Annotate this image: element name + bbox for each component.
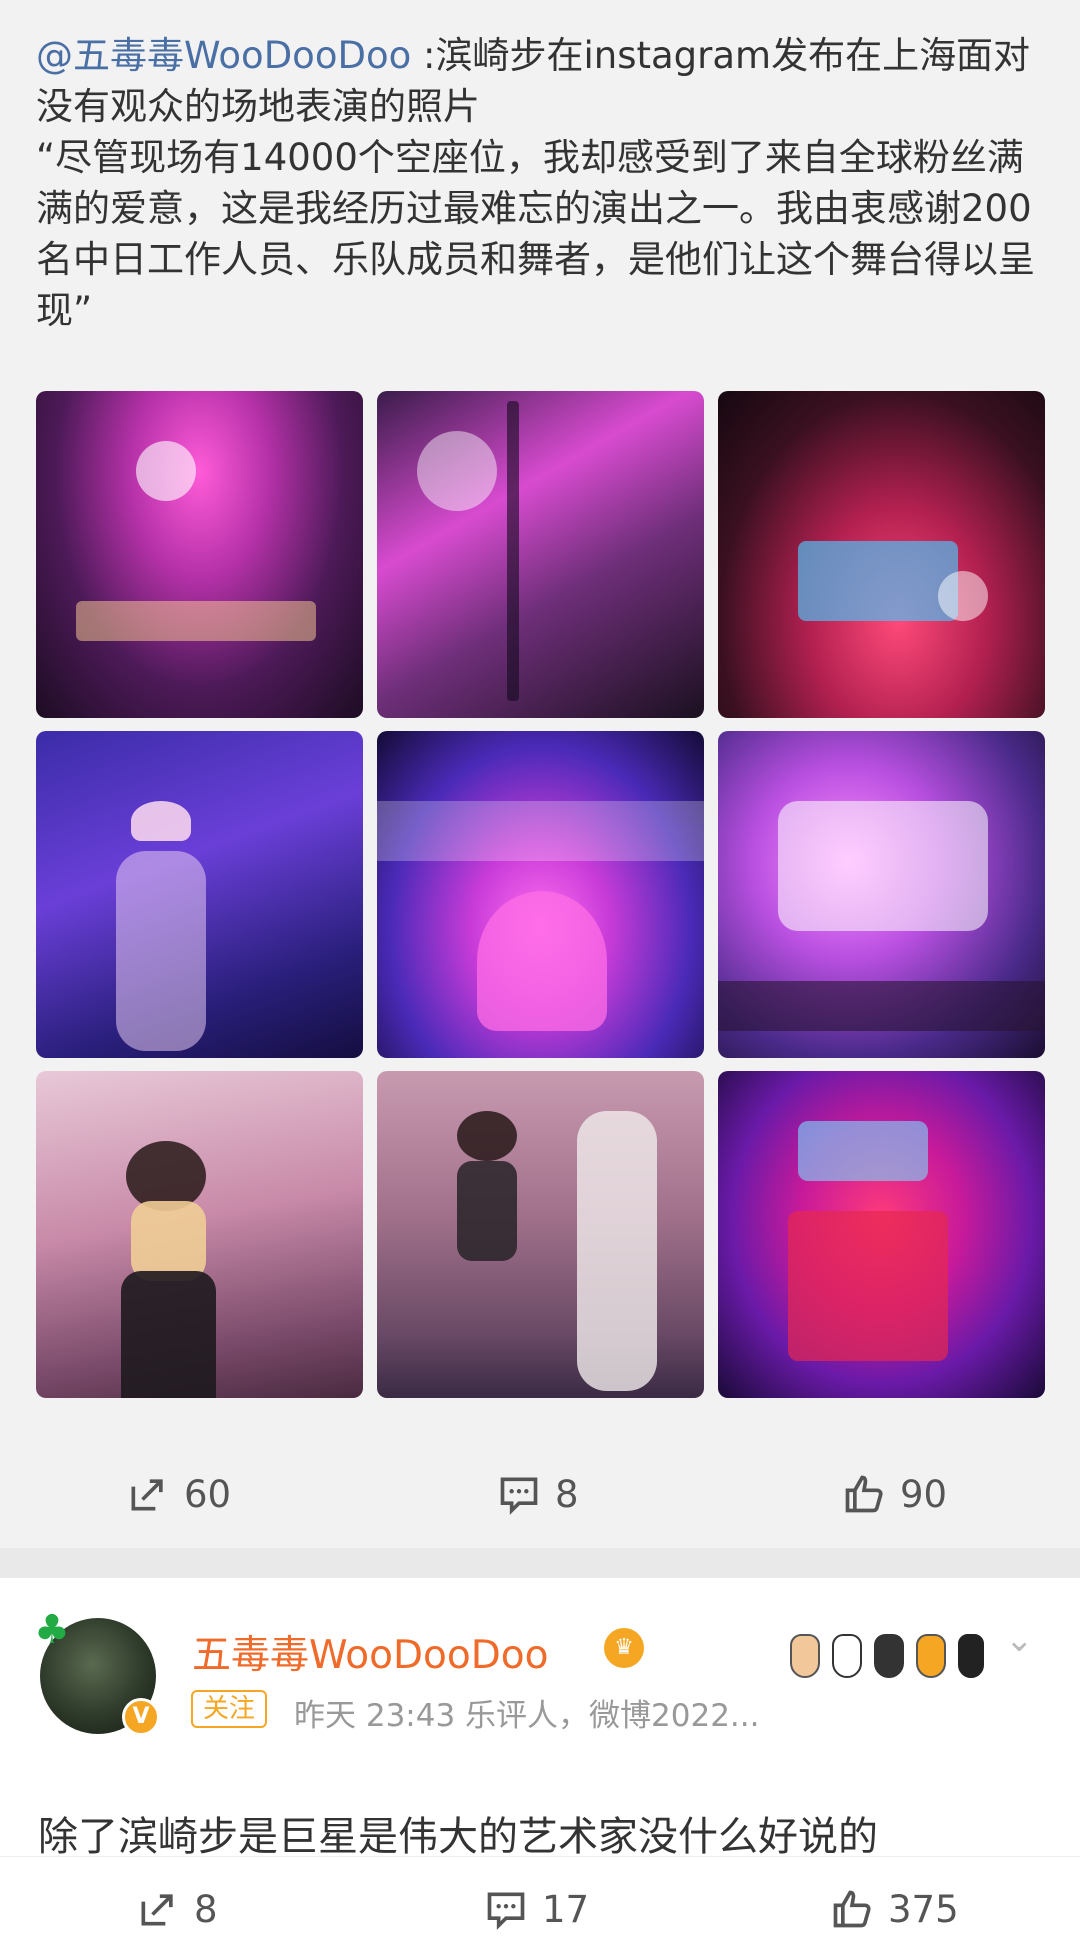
repost-comment-count: 8 <box>555 1472 579 1516</box>
photo-9[interactable] <box>718 1071 1045 1398</box>
photo-7[interactable] <box>36 1071 363 1398</box>
paw-icon <box>958 1634 984 1678</box>
repost-card[interactable]: @五毒毒WooDooDoo :滨崎步在instagram发布在上海面对没有观众的… <box>0 0 1080 1548</box>
repost-body: :滨崎步在instagram发布在上海面对没有观众的场地表演的照片 “尽管现场有… <box>36 34 1035 332</box>
photo-4[interactable] <box>36 731 363 1058</box>
comment-count: 17 <box>542 1887 590 1931</box>
repost-like-button[interactable]: 90 <box>842 1472 947 1516</box>
repost-like-count: 90 <box>900 1472 948 1516</box>
repost-share-button[interactable]: 60 <box>126 1472 231 1516</box>
paw-icon <box>790 1634 820 1678</box>
share-count: 8 <box>194 1887 218 1931</box>
paw-decoration <box>790 1608 1020 1688</box>
avatar[interactable]: ♣ V <box>34 1610 160 1736</box>
comment-action-bar: 8 17 375 <box>0 1856 1080 1956</box>
like-count: 375 <box>888 1887 959 1931</box>
photo-5[interactable] <box>377 731 704 1058</box>
chevron-down-icon[interactable]: ⌄ <box>1005 1620 1034 1660</box>
section-divider <box>0 1548 1080 1578</box>
photo-6[interactable] <box>718 731 1045 1058</box>
repost-text: @五毒毒WooDooDoo :滨崎步在instagram发布在上海面对没有观众的… <box>36 30 1046 336</box>
thumbs-up-icon <box>845 1475 883 1513</box>
share-icon <box>131 1479 163 1511</box>
clover-icon: ♣ <box>34 1607 70 1653</box>
repost-action-bar: 60 8 90 <box>0 1440 1080 1548</box>
verified-badge-icon: V <box>122 1698 160 1736</box>
photo-3[interactable] <box>718 391 1045 718</box>
post-meta: 昨天 23:43 乐评人，微博2022... <box>294 1698 760 1734</box>
comment-icon <box>487 1892 525 1930</box>
repost-comment-button[interactable]: 8 <box>497 1472 579 1516</box>
comment-button[interactable]: 17 <box>484 1887 589 1931</box>
repost-mention-link[interactable]: @五毒毒WooDooDoo <box>36 34 411 77</box>
share-button[interactable]: 8 <box>136 1887 218 1931</box>
paw-icon <box>832 1634 862 1678</box>
thumbs-up-icon <box>833 1890 871 1928</box>
paw-icon <box>874 1634 904 1678</box>
member-badge-icon[interactable]: ♛ <box>604 1628 644 1668</box>
photo-8[interactable] <box>377 1071 704 1398</box>
comment-icon <box>500 1477 538 1515</box>
paw-icon <box>916 1634 946 1678</box>
photo-1[interactable] <box>36 391 363 718</box>
comment-text: 除了滨崎步是巨星是伟大的艺术家没什么好说的 <box>38 1814 878 1860</box>
like-button[interactable]: 375 <box>830 1887 959 1931</box>
photo-2[interactable] <box>377 391 704 718</box>
follow-button[interactable]: 关注 <box>191 1690 268 1728</box>
photo-grid <box>36 391 1045 1399</box>
repost-share-count: 60 <box>184 1472 232 1516</box>
author-name[interactable]: 五毒毒WooDooDoo <box>192 1624 549 1680</box>
share-icon <box>141 1894 173 1926</box>
